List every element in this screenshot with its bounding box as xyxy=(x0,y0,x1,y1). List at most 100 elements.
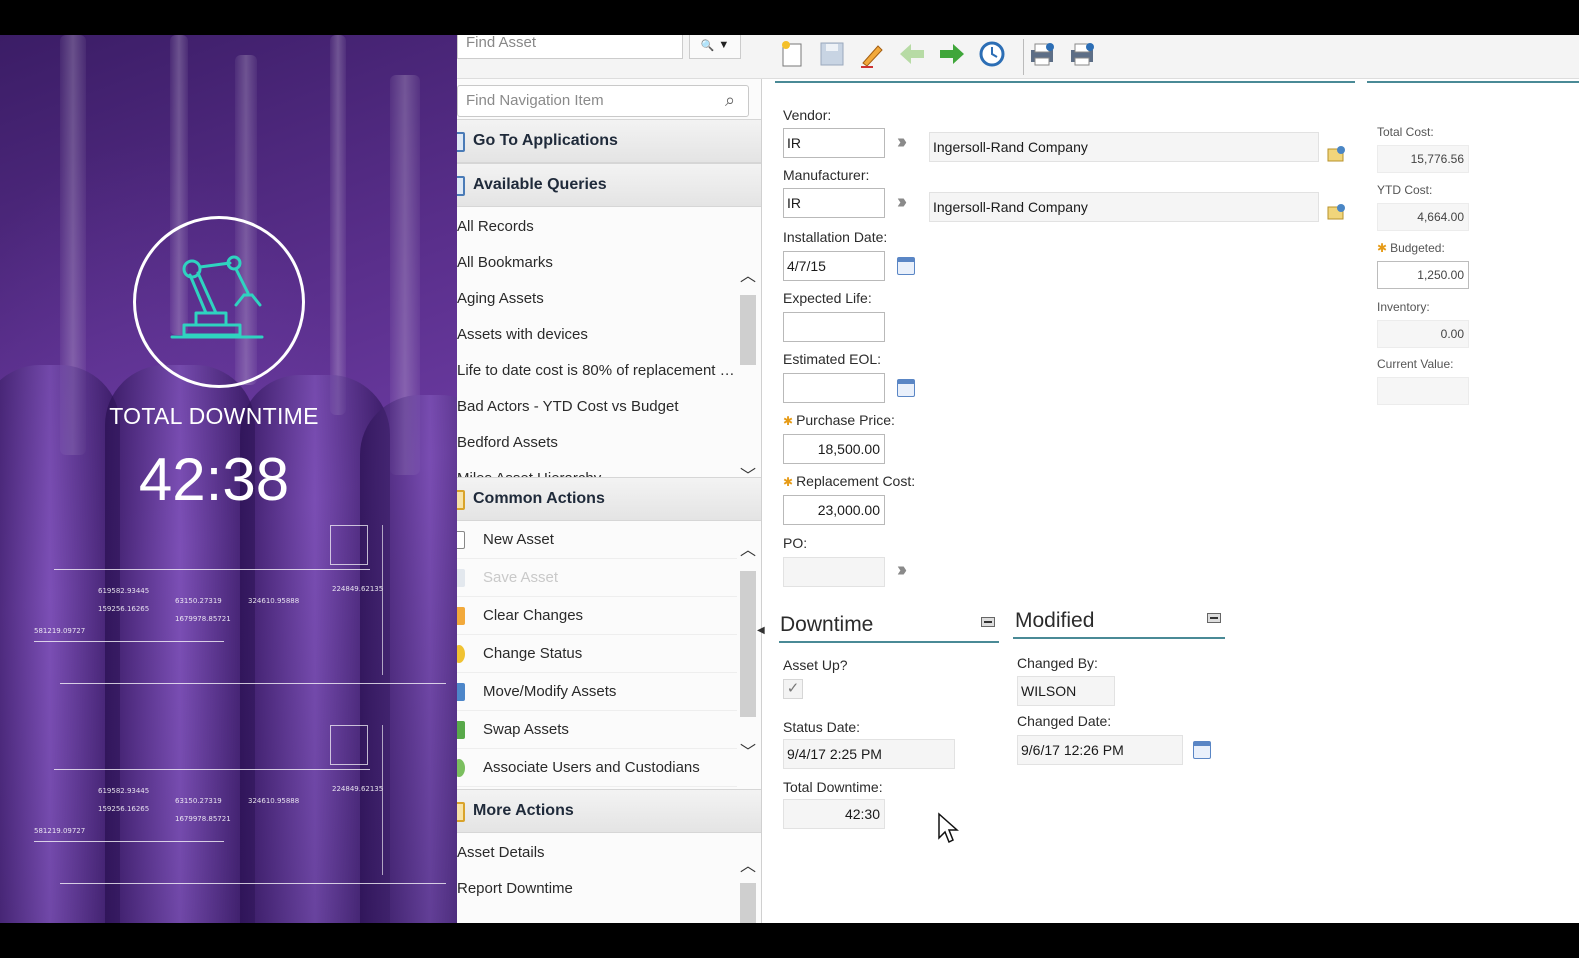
more-action-item[interactable]: Asset Details xyxy=(457,835,737,871)
forward-arrow-icon[interactable] xyxy=(935,37,969,71)
more-actions-label: More Actions xyxy=(473,802,574,819)
hud-number: 619582.93445 xyxy=(98,587,150,595)
query-item[interactable]: All Records xyxy=(457,209,737,245)
lookup-icon[interactable] xyxy=(1327,145,1347,163)
robot-arm-icon xyxy=(170,255,264,339)
changed-by-label: Changed By: xyxy=(1017,655,1098,671)
hud-line xyxy=(34,641,224,642)
more-action-item[interactable]: Report Downtime xyxy=(457,871,737,907)
applications-icon xyxy=(457,132,465,152)
changed-date-label: Changed Date: xyxy=(1017,713,1112,729)
common-actions-label: Common Actions xyxy=(473,490,605,507)
print-preview-icon[interactable] xyxy=(1065,37,1099,71)
hud-number: 1679978.85721 xyxy=(175,615,231,623)
search-icon[interactable]: ⌕ xyxy=(725,90,735,111)
new-document-icon xyxy=(457,531,465,549)
available-queries-header[interactable]: Available Queries xyxy=(457,163,761,207)
ytd-cost-label: YTD Cost: xyxy=(1377,183,1433,197)
query-item[interactable]: Bad Actors - YTD Cost vs Budget xyxy=(457,389,737,425)
hud-number: 1679978.85721 xyxy=(175,815,231,823)
go-to-applications-header[interactable]: Go To Applications xyxy=(457,119,761,163)
action-clear-changes[interactable]: Clear Changes xyxy=(457,597,737,635)
scrollbar-thumb[interactable] xyxy=(740,883,756,923)
action-associate-users[interactable]: Associate Users and Custodians xyxy=(457,749,737,787)
more-actions-header[interactable]: More Actions xyxy=(457,789,761,833)
query-item[interactable]: Aging Assets xyxy=(457,281,737,317)
action-label: New Asset xyxy=(483,531,554,548)
manufacturer-code-field[interactable]: IR xyxy=(783,188,885,218)
lightning-icon xyxy=(457,490,465,510)
back-arrow-icon[interactable] xyxy=(895,37,929,71)
find-asset-search-button[interactable]: 🔍 ▼ xyxy=(689,35,741,59)
hud-number: 619582.93445 xyxy=(98,787,150,795)
more-actions-scrollbar[interactable]: ︿ xyxy=(737,835,759,923)
action-change-status[interactable]: Change Status xyxy=(457,635,737,673)
history-icon[interactable] xyxy=(975,37,1009,71)
lookup-icon[interactable] xyxy=(1327,203,1347,221)
hud-number: 63150.27319 xyxy=(175,597,222,605)
hud-box xyxy=(330,725,368,765)
action-new-asset[interactable]: New Asset xyxy=(457,521,737,559)
query-item[interactable]: Life to date cost is 80% of replacement … xyxy=(457,353,737,389)
hud-line xyxy=(54,769,370,770)
print-icon[interactable] xyxy=(1025,37,1059,71)
actions-scrollbar[interactable]: ︿ ﹀ xyxy=(737,521,759,789)
chevron-down-icon: ▼ xyxy=(718,39,730,51)
common-actions-header[interactable]: Common Actions xyxy=(457,477,761,521)
action-label: Swap Assets xyxy=(483,721,569,738)
query-item[interactable]: All Bookmarks xyxy=(457,245,737,281)
action-swap-assets[interactable]: Swap Assets xyxy=(457,711,737,749)
current-value-label: Current Value: xyxy=(1377,357,1454,371)
installation-date-field[interactable]: 4/7/15 xyxy=(783,251,885,281)
replacement-cost-label-text: Replacement Cost: xyxy=(796,473,916,489)
asset-up-checkbox[interactable]: ✓ xyxy=(783,679,803,699)
status-icon xyxy=(457,645,465,663)
po-lookup-arrow-icon[interactable]: ››› xyxy=(897,559,907,582)
navigation-search-input[interactable]: Find Navigation Item xyxy=(457,85,749,117)
hud-graphic: 619582.93445 159256.16265 581219.09727 6… xyxy=(30,725,450,895)
budgeted-label-text: Budgeted: xyxy=(1390,241,1445,255)
swap-icon xyxy=(457,721,465,739)
budgeted-field[interactable]: 1,250.00 xyxy=(1377,261,1469,289)
manufacturer-lookup-arrow-icon[interactable]: ››› xyxy=(897,191,907,214)
inventory-label: Inventory: xyxy=(1377,300,1430,314)
calendar-icon[interactable] xyxy=(897,379,915,397)
chevron-down-icon[interactable]: ﹀ xyxy=(737,743,759,763)
hud-number: 63150.27319 xyxy=(175,797,222,805)
hud-vline xyxy=(382,725,383,875)
collapse-pane-icon[interactable]: ◀ xyxy=(757,625,765,636)
installation-date-label: Installation Date: xyxy=(783,229,888,245)
query-item[interactable]: Assets with devices xyxy=(457,317,737,353)
status-date-field[interactable]: 9/4/17 2:25 PM xyxy=(783,739,955,769)
chevron-up-icon[interactable]: ︿ xyxy=(737,541,759,561)
edit-icon[interactable] xyxy=(855,37,889,71)
expected-life-field[interactable] xyxy=(783,312,885,342)
replacement-cost-field[interactable]: 23,000.00 xyxy=(783,495,885,525)
hud-box xyxy=(330,525,368,565)
hud-number: 324610.95888 xyxy=(248,597,300,605)
action-save-asset[interactable]: Save Asset xyxy=(457,559,737,597)
query-item[interactable]: Bedford Assets xyxy=(457,425,737,461)
estimated-eol-field[interactable] xyxy=(783,373,885,403)
find-asset-input[interactable]: Find Asset xyxy=(457,35,683,59)
chevron-up-icon[interactable]: ︿ xyxy=(737,267,759,287)
calendar-icon[interactable] xyxy=(897,257,915,275)
query-list-scrollbar[interactable]: ︿ ﹀ xyxy=(737,209,759,485)
calendar-icon[interactable] xyxy=(1193,741,1211,759)
minimize-icon[interactable] xyxy=(981,617,995,627)
common-actions-list: New Asset Save Asset Clear Changes Chang… xyxy=(457,521,737,787)
new-document-icon[interactable] xyxy=(775,37,809,71)
total-downtime-field[interactable]: 42:30 xyxy=(783,799,885,829)
hud-number: 581219.09727 xyxy=(34,827,86,835)
asset-app-window: Find Asset 🔍 ▼ Find Navigation Item ⌕ Go… xyxy=(457,35,1579,923)
scrollbar-thumb[interactable] xyxy=(740,571,756,717)
po-field[interactable] xyxy=(783,557,885,587)
minimize-icon[interactable] xyxy=(1207,613,1221,623)
chevron-up-icon[interactable]: ︿ xyxy=(737,857,759,877)
action-move-modify-assets[interactable]: Move/Modify Assets xyxy=(457,673,737,711)
vendor-lookup-arrow-icon[interactable]: ››› xyxy=(897,131,907,154)
vendor-code-field[interactable]: IR xyxy=(783,128,885,158)
scrollbar-thumb[interactable] xyxy=(740,295,756,365)
save-icon[interactable] xyxy=(815,37,849,71)
purchase-price-field[interactable]: 18,500.00 xyxy=(783,434,885,464)
